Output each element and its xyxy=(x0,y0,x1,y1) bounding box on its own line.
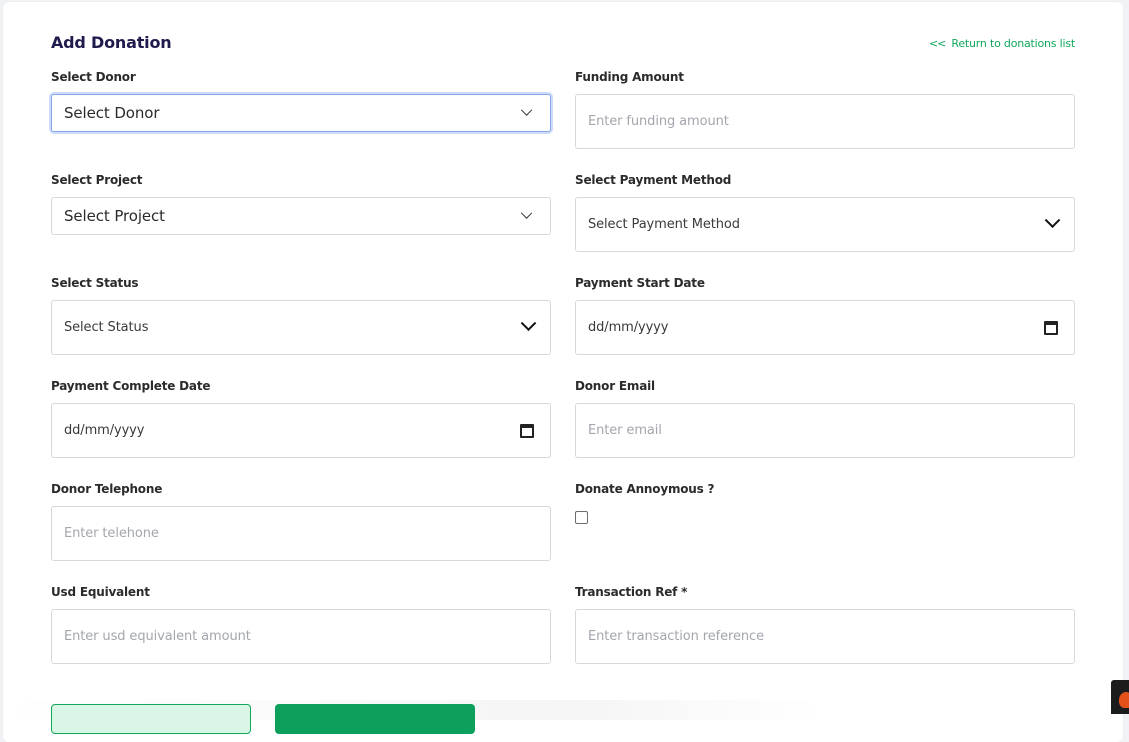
double-chevron-left-icon: << xyxy=(928,37,946,50)
funding-amount-placeholder: Enter funding amount xyxy=(588,114,729,129)
donor-select-value: Select Donor xyxy=(64,104,160,122)
payment-complete-date-input[interactable]: dd/mm/yyyy xyxy=(51,403,551,458)
floating-widget[interactable] xyxy=(1111,680,1129,714)
calendar-icon[interactable] xyxy=(1044,320,1058,335)
flame-icon xyxy=(1119,692,1129,708)
funding-amount-label: Funding Amount xyxy=(575,70,684,84)
chevron-down-icon xyxy=(1044,212,1061,229)
donor-select[interactable]: Select Donor xyxy=(51,94,551,132)
chevron-down-icon xyxy=(520,315,537,332)
donor-email-placeholder: Enter email xyxy=(588,423,662,438)
usd-equivalent-label: Usd Equivalent xyxy=(51,585,150,599)
payment-complete-date-value: dd/mm/yyyy xyxy=(64,423,145,438)
donor-telephone-label: Donor Telephone xyxy=(51,482,163,496)
calendar-icon[interactable] xyxy=(520,423,534,438)
funding-amount-input[interactable]: Enter funding amount xyxy=(575,94,1075,149)
transaction-ref-label: Transaction Ref * xyxy=(575,585,688,599)
transaction-ref-input[interactable]: Enter transaction reference xyxy=(575,609,1075,664)
transaction-ref-placeholder: Enter transaction reference xyxy=(588,629,764,644)
payment-complete-date-label: Payment Complete Date xyxy=(51,379,211,393)
donate-anonymous-checkbox[interactable] xyxy=(575,511,588,524)
payment-start-date-label: Payment Start Date xyxy=(575,276,705,290)
return-link-label: Return to donations list xyxy=(951,37,1075,50)
usd-equivalent-input[interactable]: Enter usd equivalent amount xyxy=(51,609,551,664)
return-to-donations-link[interactable]: << Return to donations list xyxy=(929,37,1075,50)
payment-method-label: Select Payment Method xyxy=(575,173,732,187)
payment-method-select[interactable]: Select Payment Method xyxy=(575,197,1075,252)
project-select-value: Select Project xyxy=(64,207,165,225)
donor-telephone-input[interactable]: Enter telehone xyxy=(51,506,551,561)
payment-start-date-input[interactable]: dd/mm/yyyy xyxy=(575,300,1075,355)
donor-telephone-placeholder: Enter telehone xyxy=(64,526,159,541)
secondary-action-button[interactable] xyxy=(51,704,251,734)
primary-action-button[interactable] xyxy=(275,704,475,734)
payment-method-select-value: Select Payment Method xyxy=(588,217,740,232)
status-label: Select Status xyxy=(51,276,139,290)
donor-label: Select Donor xyxy=(51,70,136,84)
project-select[interactable]: Select Project xyxy=(51,197,551,235)
donor-email-input[interactable]: Enter email xyxy=(575,403,1075,458)
payment-start-date-value: dd/mm/yyyy xyxy=(588,320,669,335)
usd-equivalent-placeholder: Enter usd equivalent amount xyxy=(64,629,251,644)
project-label: Select Project xyxy=(51,173,143,187)
donor-email-label: Donor Email xyxy=(575,379,655,393)
page-title: Add Donation xyxy=(51,33,172,52)
donate-anonymous-label: Donate Annoymous ? xyxy=(575,482,715,496)
status-select[interactable]: Select Status xyxy=(51,300,551,355)
status-select-value: Select Status xyxy=(64,320,149,335)
